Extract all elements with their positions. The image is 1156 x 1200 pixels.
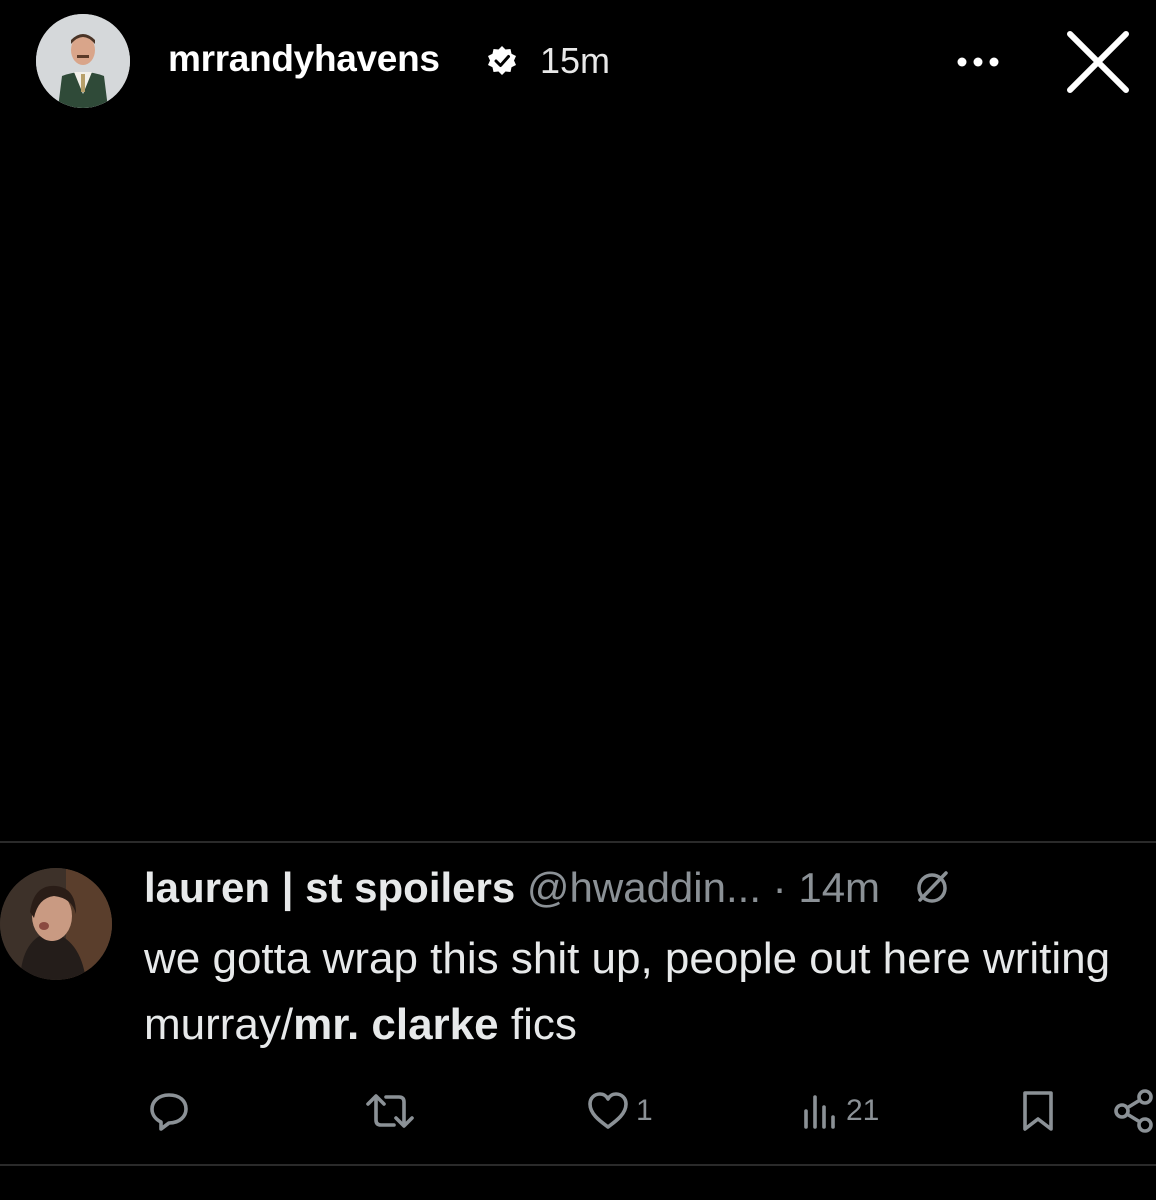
share-button[interactable]: [1112, 1086, 1156, 1136]
story-username[interactable]: mrrandyhavens: [168, 38, 440, 80]
circle-audience-icon: [916, 871, 948, 903]
views-icon: [804, 1095, 835, 1129]
tweet-author-name[interactable]: lauren | st spoilers: [144, 864, 515, 911]
tweet-author-avatar[interactable]: [0, 868, 112, 980]
tweet-body: we gotta wrap this shit up, people out h…: [144, 926, 1149, 1058]
more-options-button[interactable]: [948, 40, 1008, 84]
reply-button[interactable]: [146, 1086, 192, 1136]
close-icon: [1067, 31, 1129, 93]
tweet-text-bold: mr. clarke: [293, 1000, 499, 1049]
like-count: 1: [636, 1094, 653, 1127]
views-count: 21: [846, 1094, 880, 1127]
bookmark-button[interactable]: [1018, 1086, 1058, 1136]
tweet-author-handle[interactable]: @hwaddin...: [527, 864, 761, 911]
tweet-timestamp[interactable]: 14m: [798, 864, 880, 911]
retweet-icon: [366, 1094, 414, 1128]
views-button[interactable]: 21: [800, 1086, 879, 1136]
profile-avatar[interactable]: [36, 14, 130, 108]
share-icon: [1114, 1089, 1153, 1133]
story-header: mrrandyhavens 15m: [0, 0, 1156, 130]
heart-icon: [588, 1092, 628, 1129]
bookmark-icon: [1023, 1091, 1053, 1131]
retweet-button[interactable]: [364, 1086, 416, 1136]
like-button[interactable]: 1: [586, 1086, 653, 1136]
tweet-divider-top: [0, 841, 1156, 843]
tweet-text-before: we gotta wrap this shit up, people out h…: [144, 934, 1111, 1049]
reply-icon: [150, 1093, 188, 1131]
story-timestamp: 15m: [540, 40, 611, 81]
meta-separator: ·: [772, 864, 787, 911]
tweet-text-after: fics: [498, 1000, 577, 1049]
tweet-divider-bottom: [0, 1164, 1156, 1166]
ellipsis-icon: [957, 57, 999, 67]
close-button[interactable]: [1060, 24, 1136, 100]
verified-badge-icon: [488, 46, 516, 75]
tweet-header: lauren | st spoilers @hwaddin... · 14m: [144, 864, 952, 912]
